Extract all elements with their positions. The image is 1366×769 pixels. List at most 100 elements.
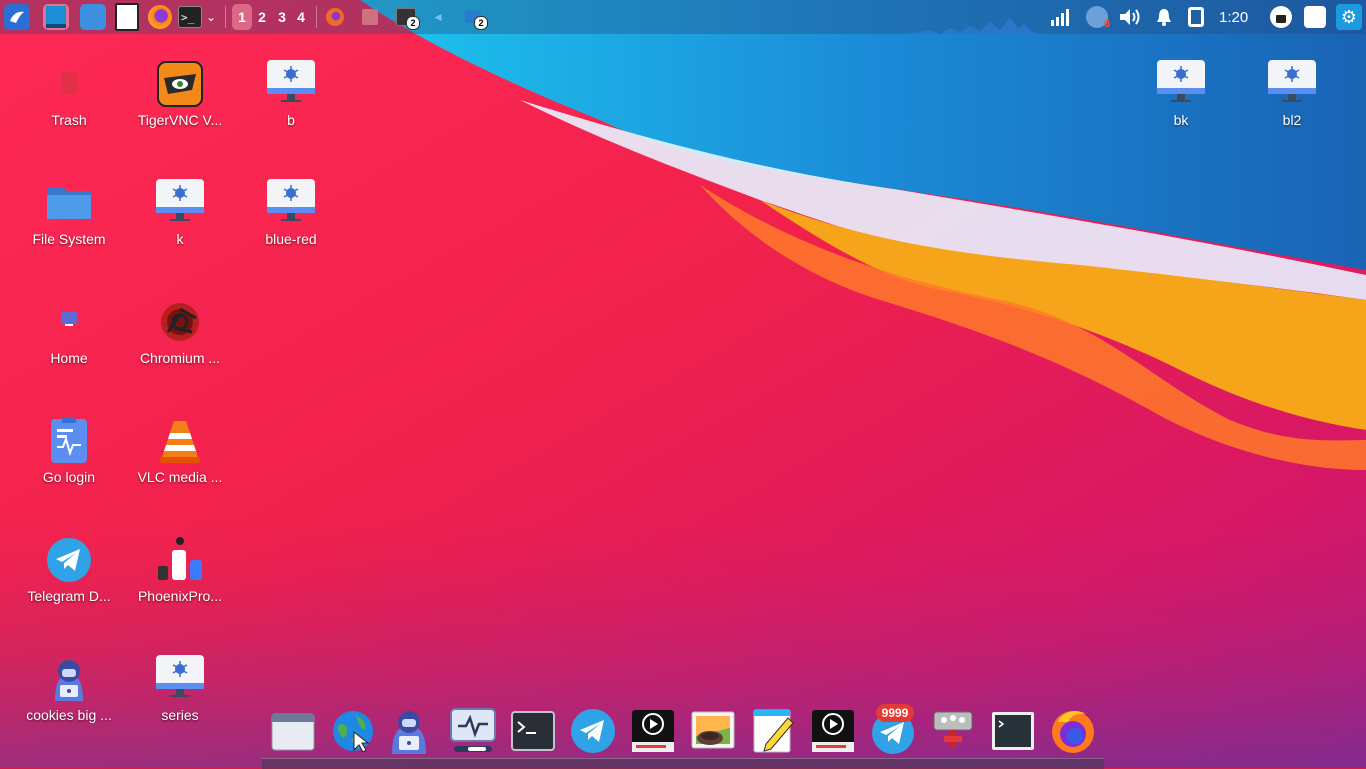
firefox-window-button[interactable] — [326, 4, 344, 30]
bell-icon — [1157, 9, 1171, 26]
network-tool-dock-icon — [933, 711, 973, 748]
tasks-window-button[interactable] — [362, 4, 378, 30]
desktop-icon-file-system[interactable]: File System — [15, 179, 123, 289]
computer-icon — [1268, 60, 1316, 108]
desktop-icon-label: TigerVNC V... — [137, 112, 223, 128]
hacker-dock-item[interactable] — [386, 708, 432, 754]
workspace-2[interactable]: 2 — [253, 4, 271, 30]
file-manager-launcher[interactable] — [80, 4, 106, 30]
workspace-3[interactable]: 3 — [273, 4, 291, 30]
files-dock-icon — [271, 713, 315, 751]
clipboard-button[interactable] — [1188, 4, 1204, 30]
network-signal-button[interactable] — [1050, 4, 1070, 30]
desktop-icon-k[interactable]: k — [126, 179, 234, 289]
firefox-dock-item[interactable] — [1050, 708, 1096, 754]
app-menu-icon — [4, 4, 30, 30]
desktop-icon-label: File System — [32, 231, 106, 247]
desktop-icon-home[interactable]: Home — [15, 298, 123, 408]
workspace-label: 1 — [238, 9, 246, 25]
settings-button[interactable]: ⚙ — [1336, 4, 1362, 30]
desktop-icon-b[interactable]: b — [237, 60, 345, 170]
show-desktop-button[interactable] — [43, 4, 69, 30]
gear-icon: ⚙ — [1336, 4, 1362, 30]
computer-icon — [267, 60, 315, 108]
terminal-dock-item[interactable] — [510, 708, 556, 754]
phoenix-icon — [156, 536, 204, 584]
tasks-window-icon — [362, 9, 378, 25]
image-viewer-dock-item[interactable] — [690, 708, 736, 754]
desktop-icon-series[interactable]: series — [126, 655, 234, 765]
telegram-dock-item[interactable] — [570, 708, 616, 754]
terminal-2-dock-item[interactable] — [990, 708, 1036, 754]
dock — [262, 758, 1104, 769]
telegram-window-icon: ◄ — [432, 10, 444, 24]
volume-icon — [1120, 9, 1140, 25]
computer-icon — [267, 179, 315, 227]
workspace-4[interactable]: 4 — [292, 4, 310, 30]
text-editor-dock-item[interactable] — [750, 708, 796, 754]
panel-separator — [225, 6, 226, 28]
logout-icon — [1304, 6, 1326, 28]
desktop-icon-bk[interactable]: bk — [1127, 60, 1235, 170]
network-tool-dock-item[interactable] — [930, 708, 976, 754]
clock[interactable]: 1:20 — [1219, 4, 1248, 30]
image-viewer-dock-icon — [691, 711, 735, 749]
hacker-icon — [45, 655, 93, 703]
firefox-icon — [148, 5, 172, 29]
desktop-icon-label: k — [176, 231, 184, 247]
workspace-1[interactable]: 1 — [232, 4, 252, 30]
lock-screen-button[interactable] — [1270, 4, 1292, 30]
desktop-icon-telegram[interactable]: Telegram D... — [15, 536, 123, 646]
volume-button[interactable] — [1118, 4, 1142, 30]
desktop-icon-phoenix[interactable]: PhoenixPro... — [126, 536, 234, 646]
browser-globe-dock-icon — [333, 711, 373, 753]
desktop-icon-tigervnc[interactable]: TigerVNC V... — [126, 60, 234, 170]
terminal-launcher[interactable]: >_ — [178, 4, 202, 30]
desktop-icon-go-login[interactable]: Go login — [15, 417, 123, 527]
window-count-badge: 2 — [406, 16, 420, 30]
signal-icon — [1051, 9, 1069, 26]
trash-icon — [45, 60, 93, 108]
updates-button[interactable]: 6 — [1086, 4, 1110, 30]
logout-button[interactable] — [1304, 4, 1326, 30]
desktop-icon-label: series — [161, 707, 199, 723]
desktop-icon-vlc[interactable]: VLC media ... — [126, 417, 234, 527]
browser-globe-dock-item[interactable] — [330, 708, 376, 754]
telegram-window-button[interactable]: ◄ — [432, 4, 444, 30]
home-icon — [45, 298, 93, 346]
files-dock-item[interactable] — [270, 708, 316, 754]
desktop-icon-bl2[interactable]: bl2 — [1238, 60, 1346, 170]
app-menu-button[interactable] — [4, 4, 30, 30]
desktop-icon-chromium[interactable]: Chromium ... — [126, 298, 234, 408]
unread-badge: 9999 — [876, 704, 914, 722]
desktop-icon-label: Trash — [51, 112, 87, 128]
vlc-icon — [156, 417, 204, 465]
text-editor-dock-icon — [753, 709, 794, 753]
desktop-icon-label: bl2 — [1282, 112, 1302, 128]
workspace-label: 4 — [297, 9, 305, 25]
computer-icon — [156, 655, 204, 703]
notes-launcher[interactable] — [115, 3, 139, 31]
terminal-window-button[interactable]: 2 — [396, 4, 420, 30]
panel-separator — [316, 6, 317, 28]
telegram-2-dock-item[interactable]: 9999 — [870, 704, 916, 754]
workspace-label: 3 — [278, 9, 286, 25]
notes-icon — [115, 3, 139, 31]
monitor-window-button[interactable]: 2 — [465, 4, 488, 30]
firefox-launcher[interactable] — [148, 4, 172, 30]
launcher-dropdown[interactable]: ⌄ — [206, 4, 216, 30]
desktop-icon-label: Telegram D... — [27, 588, 111, 604]
system-monitor-dock-item[interactable] — [450, 708, 496, 754]
desktop-icon-label: blue-red — [265, 231, 317, 247]
media-player-dock-item[interactable] — [630, 708, 676, 754]
hacker-dock-icon — [392, 711, 426, 754]
chromium-icon — [156, 298, 204, 346]
desktop-icon-blue-red[interactable]: blue-red — [237, 179, 345, 289]
notifications-button[interactable] — [1154, 4, 1174, 30]
firefox-dock-icon — [1052, 711, 1094, 753]
desktop-icon-trash[interactable]: Trash — [15, 60, 123, 170]
desktop-icon-cookies[interactable]: cookies big ... — [15, 655, 123, 765]
media-player-2-dock-item[interactable] — [810, 708, 856, 754]
terminal-2-dock-icon — [992, 712, 1034, 750]
computer-icon — [156, 179, 204, 227]
